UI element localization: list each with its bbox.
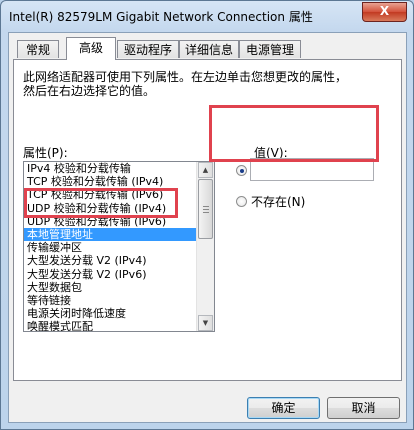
- property-list-item[interactable]: 本地管理地址: [24, 227, 198, 242]
- property-list-item[interactable]: TCP 校验和分载传输 (IPv4): [24, 175, 198, 188]
- tab-details[interactable]: 详细信息: [179, 40, 239, 58]
- close-button[interactable]: X: [362, 2, 407, 22]
- title-bar[interactable]: Intel(R) 82579LM Gigabit Network Connect…: [1, 1, 413, 31]
- value-radio[interactable]: [236, 165, 247, 176]
- property-list-item[interactable]: 电源关闭时降低速度: [24, 307, 198, 320]
- cancel-button[interactable]: 取消: [327, 397, 400, 419]
- grip-line: [203, 212, 209, 213]
- tab-general[interactable]: 常规: [17, 40, 59, 58]
- property-list-item[interactable]: 等待链接: [24, 294, 198, 307]
- description-text: 此网络适配器可使用下列属性。在左边单击您想更改的属性， 然后在右边选择它的值。: [23, 70, 393, 98]
- dialog-client-area: 常规 高级 驱动程序 详细信息 电源管理 此网络适配器可使用下列属性。在左边单击…: [8, 32, 407, 423]
- property-list-item[interactable]: 大型数据包: [24, 281, 198, 294]
- properties-label: 属性(P):: [23, 146, 68, 160]
- annotation-box-value: [209, 105, 379, 162]
- properties-scrollbar[interactable]: ▲ ▼: [196, 162, 214, 331]
- description-line-2: 然后在右边选择它的值。: [23, 84, 156, 98]
- property-list-item[interactable]: 唤醒模式匹配: [24, 320, 198, 331]
- scroll-thumb[interactable]: [198, 179, 213, 239]
- properties-listbox[interactable]: IPv4 校验和分载传输 TCP 校验和分载传输 (IPv4) TCP 校验和分载传…: [23, 161, 215, 332]
- property-list-item[interactable]: 大型发送分载 V2 (IPv4): [24, 254, 198, 267]
- description-line-1: 此网络适配器可使用下列属性。在左边单击您想更改的属性，: [23, 70, 348, 84]
- properties-window: Intel(R) 82579LM Gigabit Network Connect…: [0, 0, 414, 430]
- annotation-box-selected-property: [24, 188, 178, 218]
- ok-button[interactable]: 确定: [247, 397, 320, 419]
- not-exist-label: 不存在(N): [251, 195, 306, 209]
- not-exist-radio[interactable]: [236, 196, 247, 207]
- grip-line: [203, 209, 209, 210]
- property-list-item[interactable]: 大型发送分载 V2 (IPv6): [24, 268, 198, 281]
- scroll-down-arrow-icon[interactable]: ▼: [198, 315, 213, 331]
- tab-power-management[interactable]: 电源管理: [239, 40, 301, 58]
- window-title: Intel(R) 82579LM Gigabit Network Connect…: [9, 10, 313, 24]
- grip-line: [203, 206, 209, 207]
- tab-driver[interactable]: 驱动程序: [117, 40, 179, 58]
- tab-strip: 常规 高级 驱动程序 详细信息 电源管理: [13, 37, 403, 60]
- scroll-up-arrow-icon[interactable]: ▲: [198, 162, 213, 178]
- property-list-item[interactable]: IPv4 校验和分载传输: [24, 162, 198, 175]
- tab-advanced[interactable]: 高级: [66, 37, 116, 60]
- property-list-item[interactable]: 传输缓冲区: [24, 241, 198, 254]
